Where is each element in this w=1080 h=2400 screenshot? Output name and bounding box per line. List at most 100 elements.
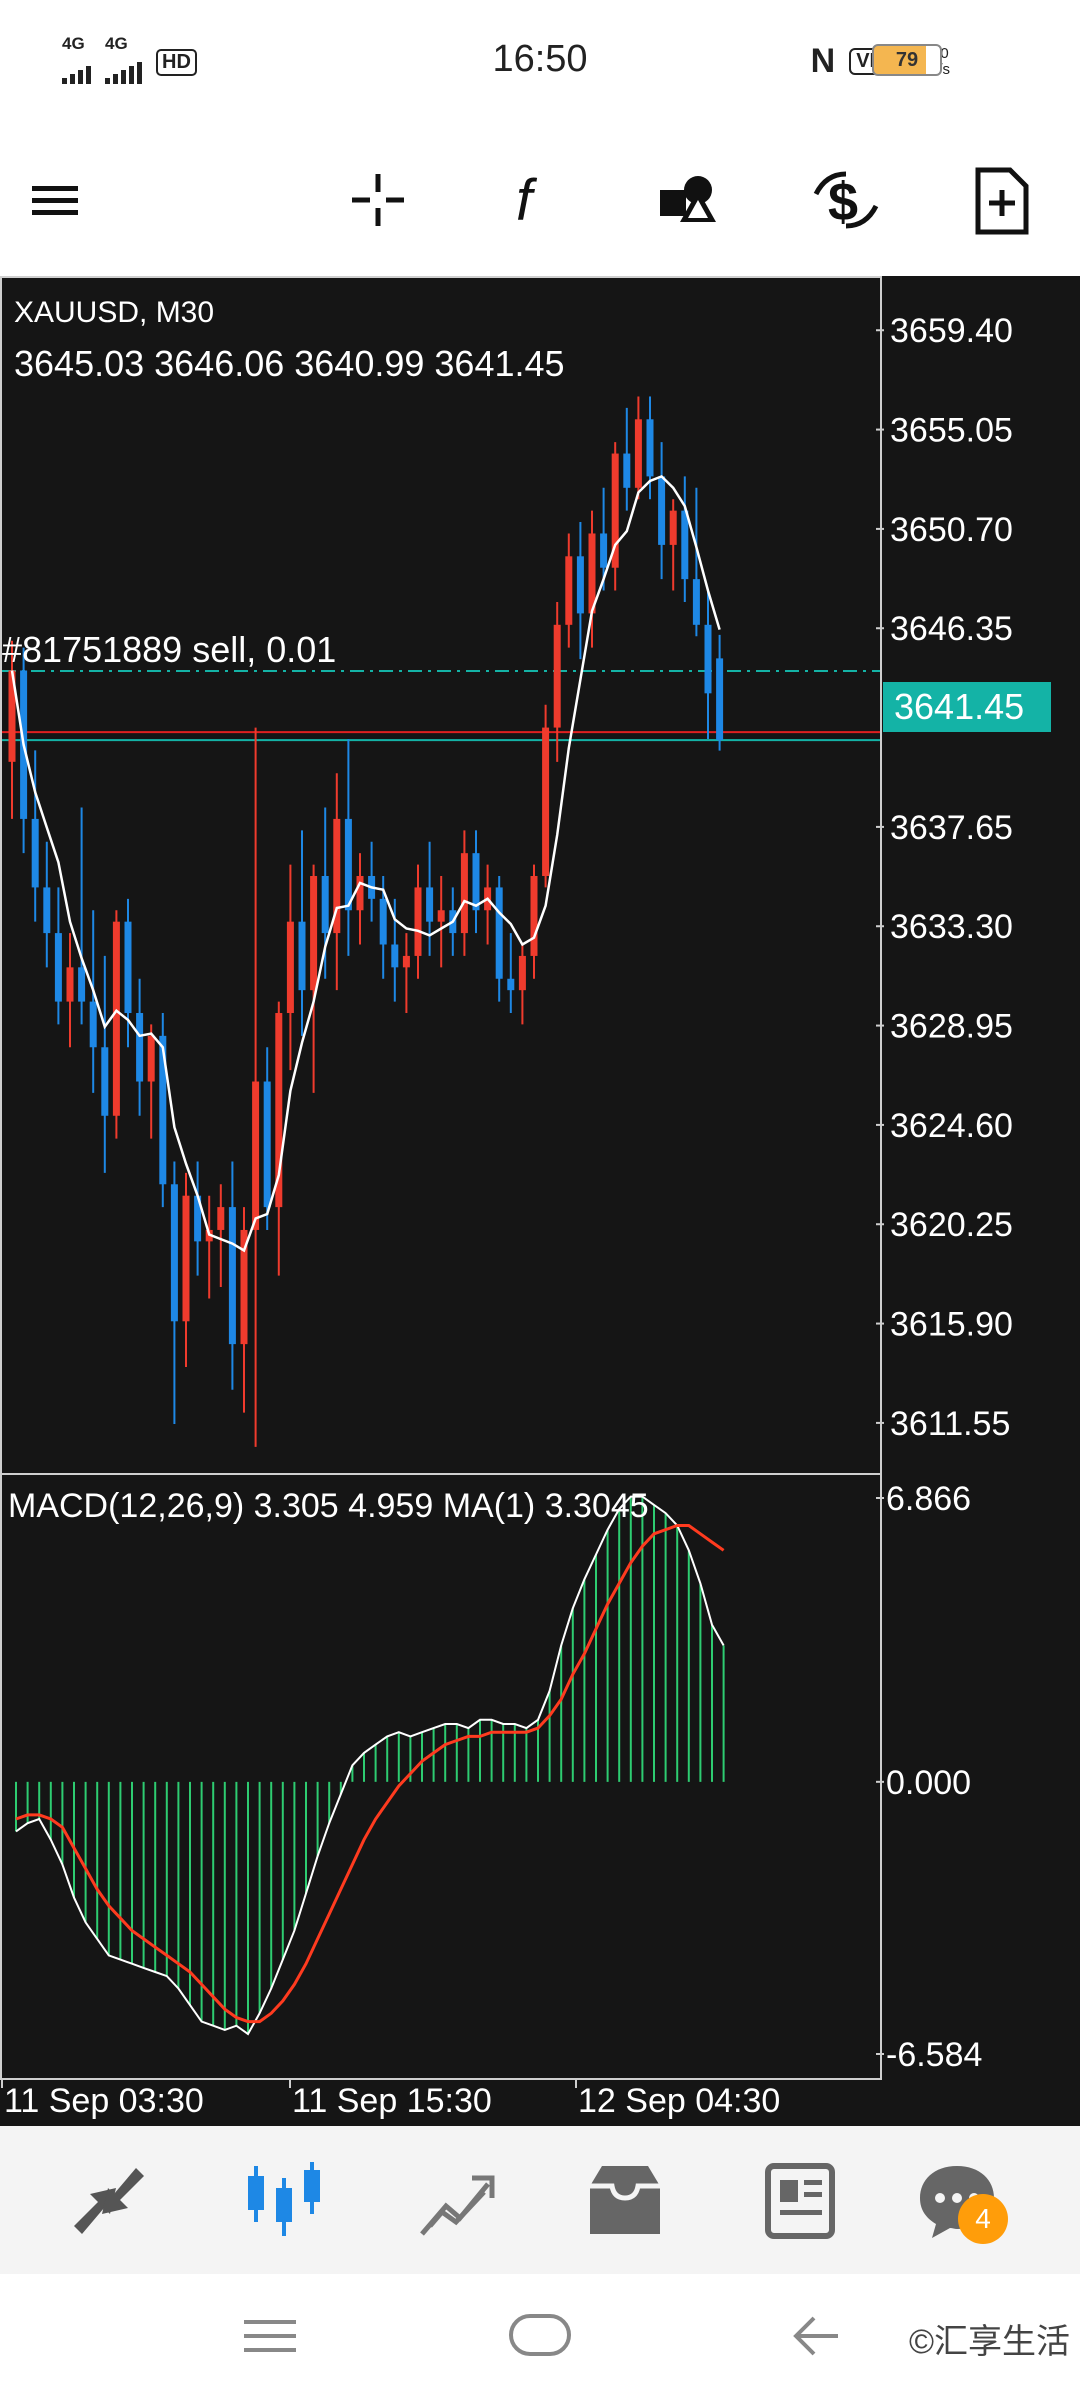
status-bar: 4G 4G HD 16:50 N VPN 0.60 KB/s 79 (0, 0, 1080, 120)
price-tick-label: 3637.65 (890, 809, 1013, 847)
candle-body (217, 1207, 225, 1230)
candle-body (298, 921, 306, 991)
candle-body (170, 1184, 178, 1322)
nfc-icon: N (810, 42, 836, 80)
candle-body (658, 476, 666, 545)
time-tick-label: 11 Sep 03:30 (4, 2082, 204, 2120)
back-icon[interactable] (790, 2314, 840, 2358)
candle-body (553, 624, 561, 728)
candle-body (716, 658, 724, 741)
candle-body (54, 933, 62, 1002)
candle-body (460, 853, 468, 934)
candle-body (600, 533, 608, 568)
candle-body (112, 921, 120, 1116)
candle-body (704, 624, 712, 694)
candle-body (379, 898, 387, 945)
chart-toolbar: f $ (0, 130, 1080, 270)
price-tick-label: 3633.30 (890, 908, 1013, 946)
candle-body (646, 419, 654, 477)
price-tick-label: 3615.90 (890, 1306, 1013, 1344)
candle-body (89, 1001, 97, 1048)
candle-body (414, 887, 422, 956)
candle-body (495, 887, 503, 979)
macd-tick-label: -6.584 (886, 2036, 982, 2074)
history-icon[interactable] (580, 2156, 670, 2246)
crosshair-icon[interactable] (338, 160, 418, 240)
order-label: #81751889 sell, 0.01 (2, 629, 336, 670)
menu-icon[interactable] (20, 160, 100, 240)
price-tick-label: 3611.55 (890, 1405, 1010, 1443)
macd-tick-label: 6.866 (886, 1480, 971, 1518)
candle-body (182, 1195, 190, 1322)
candle-body (101, 1047, 109, 1116)
price-tick-label: 3620.25 (890, 1206, 1013, 1244)
price-tick-label: 3646.35 (890, 610, 1013, 648)
candle-body (286, 921, 294, 1014)
candle-body (78, 967, 86, 1002)
candle-body (310, 876, 318, 991)
candle-body (518, 955, 526, 991)
macd-tick-label: 0.000 (886, 1764, 971, 1802)
candle-body (228, 1207, 236, 1345)
candle-body (576, 556, 584, 614)
bottom-nav (0, 2126, 1080, 2274)
watermark: ©汇享生活 (908, 2323, 1070, 2361)
candle-body (391, 944, 399, 968)
quotes-icon[interactable] (64, 2156, 154, 2246)
battery-level: 79 (895, 49, 919, 71)
news-icon[interactable] (754, 2156, 844, 2246)
price-chart[interactable]: 3659.40 3655.05 3650.70 3646.35 3637.65 3633.… (0, 276, 1080, 2126)
candle-body (623, 453, 631, 488)
moving-average-line (10, 474, 721, 1253)
recent-apps-icon[interactable] (242, 2314, 298, 2358)
candle-body (124, 921, 132, 1014)
system-nav: ©汇享生活 (0, 2274, 1080, 2400)
chart-icon[interactable] (238, 2156, 328, 2246)
price-tick-label: 3655.05 (890, 412, 1013, 450)
chart-area[interactable]: 3659.40 3655.05 3650.70 3646.35 3637.65 3633.… (0, 276, 1080, 2126)
messages-badge: 4 (958, 2194, 1008, 2244)
svg-text:f: f (516, 168, 538, 233)
candle-body (692, 579, 700, 625)
candle-body (426, 887, 434, 922)
candle-body (507, 978, 515, 991)
current-price-label: 3641.45 (894, 686, 1024, 727)
trade-icon[interactable]: $ (806, 160, 886, 240)
candle-body (472, 853, 480, 911)
objects-icon[interactable] (650, 160, 730, 240)
price-tick-label: 3659.40 (890, 312, 1013, 350)
candle-body (252, 1081, 260, 1230)
candle-body (31, 818, 39, 888)
trade-icon[interactable] (412, 2156, 502, 2246)
time-tick-label: 12 Sep 04:30 (578, 2082, 780, 2120)
candle-body (66, 967, 74, 1002)
candle-body (669, 510, 677, 545)
macd-label: MACD(12,26,9) 3.305 4.959 MA(1) 3.3045 (8, 1487, 649, 1525)
macd-signal-line (15, 1524, 725, 2024)
price-tick-label: 3628.95 (890, 1008, 1013, 1046)
candle-body (530, 876, 538, 956)
time-tick-label: 11 Sep 15:30 (292, 2082, 492, 2120)
macd-outline (15, 1495, 725, 2036)
candle-body (402, 955, 410, 968)
symbol-label: XAUUSD, M30 (14, 296, 214, 329)
new-document-icon[interactable] (962, 160, 1042, 240)
ohlc-label: 3645.03 3646.06 3640.99 3641.45 (14, 343, 565, 384)
candle-body (344, 818, 352, 911)
home-icon[interactable] (508, 2312, 572, 2358)
candle-body (542, 727, 550, 876)
candle-body (321, 876, 329, 934)
price-tick-label: 3624.60 (890, 1107, 1013, 1145)
candle-body (43, 887, 51, 934)
candle-body (356, 876, 364, 911)
battery-icon: 79 (872, 44, 942, 76)
candle-body (634, 419, 642, 488)
candle-body (136, 1013, 144, 1082)
candle-body (565, 556, 573, 625)
candle-body (681, 510, 689, 580)
function-icon[interactable]: f (494, 160, 574, 240)
price-tick-label: 3650.70 (890, 511, 1013, 549)
candle-body (437, 910, 445, 922)
candle-body (263, 1081, 271, 1208)
candle-body (147, 1035, 155, 1082)
